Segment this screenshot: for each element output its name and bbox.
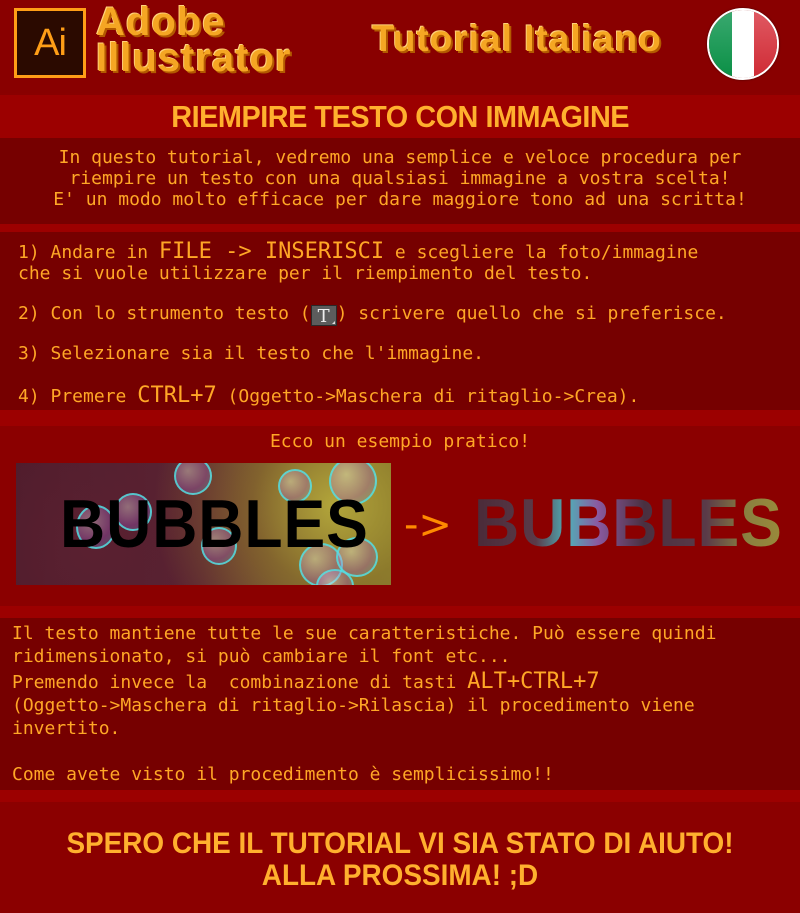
note-line-1: Il testo mantiene tutte le sue caratteri…: [12, 623, 717, 644]
outro-line-2: ALLA PROSSIMA! ;D: [261, 859, 539, 892]
shortcut: ALT+CTRL+7: [467, 669, 600, 694]
before-text: BUBBLES: [60, 486, 369, 562]
divider: [0, 790, 800, 802]
title-band: RIEMPIRE TESTO CON IMMAGINE: [0, 95, 800, 138]
logo-text: Ai: [34, 21, 67, 64]
after-text: BUBBLES: [474, 485, 783, 561]
brand-line-1: Adobe: [96, 0, 226, 44]
step-4: 4) Premere CTRL+7 (Oggetto->Maschera di …: [18, 383, 640, 408]
outro-section: SPERO CHE IL TUTORIAL VI SIA STATO DI AI…: [0, 802, 800, 913]
brand-line-2: Illustrator: [96, 36, 292, 80]
intro-line-3: E' un modo molto efficace per dare maggi…: [53, 189, 747, 210]
steps-panel: 1) Andare in FILE -> INSERISCI e sceglie…: [0, 232, 800, 410]
arrow-icon: ->: [404, 502, 452, 548]
menu-path: FILE -> INSERISCI: [158, 239, 385, 264]
divider: [0, 606, 800, 618]
header-subtitle: Tutorial Italiano: [372, 18, 662, 59]
intro-line-2: riempire un testo con una qualsiasi imma…: [69, 168, 731, 189]
shortcut: CTRL+7: [137, 383, 217, 408]
type-tool-icon: T: [310, 305, 337, 327]
header: Ai Adobe Illustrator Tutorial Italiano: [0, 0, 800, 93]
example-section: Ecco un esempio pratico! BUBBLES -> BUBB…: [0, 426, 800, 606]
intro-panel: In questo tutorial, vedremo una semplice…: [0, 138, 800, 224]
note-line-5: invertito.: [12, 718, 121, 739]
note-line-2: ridimensionato, si può cambiare il font …: [12, 646, 511, 667]
divider: [0, 410, 800, 426]
step-1-line-2: che si vuole utilizzare per il riempimen…: [18, 263, 593, 284]
bubbles-photo: BUBBLES: [16, 463, 391, 585]
brand-title: Adobe Illustrator: [96, 0, 292, 80]
outro-line-1: SPERO CHE IL TUTORIAL VI SIA STATO DI AI…: [66, 827, 734, 860]
step-3: 3) Selezionare sia il testo che l'immagi…: [18, 343, 484, 364]
note-line-3: Premendo invece la combinazione di tasti…: [12, 669, 600, 694]
step-2: 2) Con lo strumento testo (T) scrivere q…: [18, 303, 727, 327]
italian-flag-icon: [707, 8, 779, 80]
page-title: RIEMPIRE TESTO CON IMMAGINE: [171, 98, 629, 134]
notes-panel: Il testo mantiene tutte le sue caratteri…: [0, 618, 800, 790]
illustrator-logo-icon: Ai: [14, 8, 86, 78]
note-line-4: (Oggetto->Maschera di ritaglio->Rilascia…: [12, 695, 695, 716]
intro-line-1: In questo tutorial, vedremo una semplice…: [58, 147, 742, 168]
step-1: 1) Andare in FILE -> INSERISCI e sceglie…: [18, 239, 699, 264]
example-caption: Ecco un esempio pratico!: [269, 431, 531, 452]
note-line-6: Come avete visto il procedimento è sempl…: [12, 764, 554, 785]
divider: [0, 224, 800, 232]
